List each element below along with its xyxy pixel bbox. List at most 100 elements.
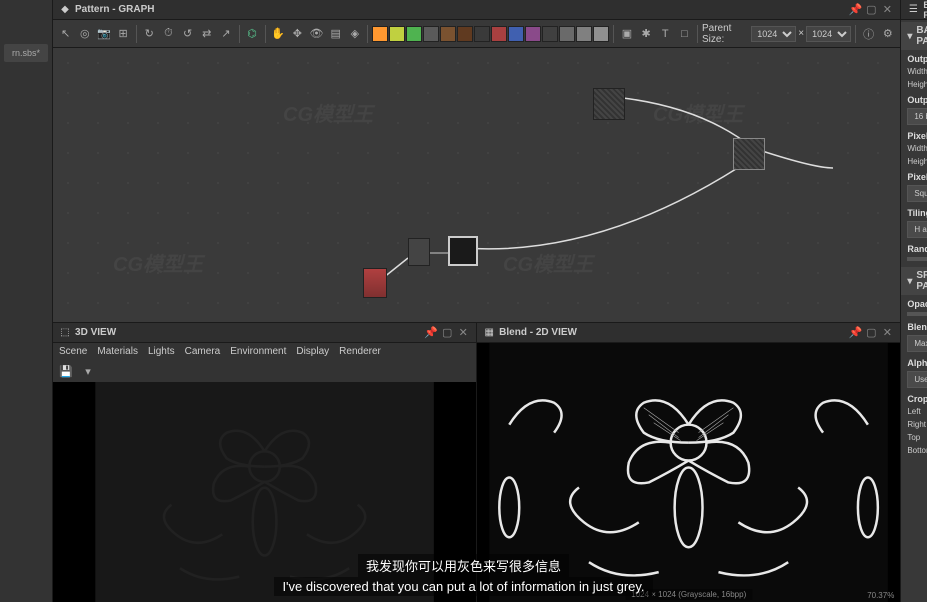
file-tab[interactable]: rn.sbs* [4, 44, 48, 62]
tool-refresh-icon[interactable]: ↻ [141, 25, 158, 43]
pixel-ratio-select[interactable]: Square [907, 185, 927, 202]
graph-node[interactable] [408, 238, 430, 266]
color-swatch[interactable] [389, 26, 405, 42]
node-graph-canvas[interactable]: CG模型王 CG模型王 CG模型王 CG模型王 [53, 48, 900, 322]
prop-label: Right [907, 420, 927, 429]
pin-icon[interactable]: 📌 [848, 3, 862, 17]
opacity-slider[interactable] [907, 312, 927, 316]
tiling-mode-select[interactable]: H and V Tiling [907, 221, 927, 238]
chevron-down-icon[interactable]: ▾ [79, 362, 97, 380]
prop-label: Tiling Mode [901, 204, 927, 219]
base-params-header[interactable]: ▾BASE PARAMETERS [901, 22, 927, 50]
lock-icon[interactable]: × [798, 28, 804, 39]
color-swatch[interactable] [406, 26, 422, 42]
color-swatch[interactable] [542, 26, 558, 42]
tool-python-icon[interactable]: ⌬ [243, 25, 260, 43]
color-swatch[interactable] [372, 26, 388, 42]
tool-loop-icon[interactable]: ↺ [179, 25, 196, 43]
menu-item[interactable]: Display [296, 346, 329, 357]
zoom-level: 70.37% [867, 591, 894, 600]
tool-asterisk-icon[interactable]: ✱ [638, 25, 655, 43]
maximize-icon[interactable]: ▢ [864, 3, 878, 17]
cube-icon: ⬚ [59, 327, 71, 339]
graph-node[interactable] [593, 88, 625, 120]
tool-gear-icon[interactable]: ⚙ [879, 25, 896, 43]
close-icon[interactable]: ✕ [880, 3, 894, 17]
maximize-icon[interactable]: ▢ [864, 326, 878, 340]
tool-info-icon[interactable]: ⓘ [860, 25, 877, 43]
save-icon[interactable]: 💾 [57, 362, 75, 380]
tool-layers-icon[interactable]: ▤ [327, 25, 344, 43]
prop-label: Height [907, 80, 927, 89]
output-format-select[interactable]: 16 bits p [907, 108, 927, 125]
parent-size-width[interactable]: 1024 [751, 26, 796, 42]
color-swatch[interactable] [559, 26, 575, 42]
color-swatch[interactable] [508, 26, 524, 42]
color-swatch[interactable] [457, 26, 473, 42]
random-seed-slider[interactable] [907, 257, 927, 261]
tool-text-icon[interactable]: T [657, 25, 674, 43]
tool-hand-icon[interactable]: ✋ [270, 25, 287, 43]
color-swatch[interactable] [593, 26, 609, 42]
parent-size-label: Parent Size: [702, 23, 749, 45]
prop-label: Pixel Ratio [901, 168, 927, 183]
tool-color-icon[interactable]: ◈ [346, 25, 363, 43]
specific-params-header[interactable]: ▾SPECIFIC PARAMET [901, 267, 927, 295]
3d-view-menu: Scene Materials Lights Camera Environment Dis… [53, 343, 476, 360]
chevron-down-icon: ▾ [907, 276, 912, 287]
color-swatch[interactable] [423, 26, 439, 42]
prop-label: Width [907, 144, 927, 153]
prop-label: Output Format [901, 91, 927, 106]
parent-size-height[interactable]: 1024 [806, 26, 851, 42]
graph-node[interactable] [733, 138, 765, 170]
tool-cursor-icon[interactable]: ↖ [57, 25, 74, 43]
2d-view-panel: ▦ Blend - 2D VIEW 📌 ▢ ✕ [477, 323, 900, 602]
image-icon: ▦ [483, 327, 495, 339]
tool-drag-icon[interactable]: ✥ [289, 25, 306, 43]
prop-label: Width [907, 67, 927, 76]
prop-label: Height [907, 157, 927, 166]
2d-viewport[interactable]: 1024 × 1024 (Grayscale, 16bpp) 70.37% [477, 343, 900, 602]
tool-square-icon[interactable]: ▣ [618, 25, 635, 43]
alpha-blending-select[interactable]: Use Source Alpha [907, 371, 927, 388]
chevron-down-icon: ▾ [907, 31, 912, 42]
color-swatch[interactable] [491, 26, 507, 42]
color-swatch[interactable] [440, 26, 456, 42]
tool-time-icon[interactable]: ⏱ [160, 25, 177, 43]
menu-item[interactable]: Environment [230, 346, 286, 357]
prop-label: Random Seed [901, 240, 927, 255]
close-icon[interactable]: ✕ [880, 326, 894, 340]
3d-view-title: 3D VIEW [75, 327, 420, 338]
tool-share-icon[interactable]: ↗ [217, 25, 234, 43]
blending-mode-select[interactable]: Max (Lighten) [907, 335, 927, 352]
menu-item[interactable]: Materials [97, 346, 138, 357]
prop-label: Top [907, 433, 927, 442]
pin-icon[interactable]: 📌 [424, 326, 438, 340]
tool-target-icon[interactable]: ◎ [76, 25, 93, 43]
menu-item[interactable]: Scene [59, 346, 87, 357]
maximize-icon[interactable]: ▢ [440, 326, 454, 340]
color-swatch[interactable] [525, 26, 541, 42]
tool-box-icon[interactable]: □ [676, 25, 693, 43]
3d-viewport[interactable] [53, 382, 476, 602]
tool-snap-icon[interactable]: ⊞ [115, 25, 132, 43]
color-swatch[interactable] [474, 26, 490, 42]
color-swatch[interactable] [576, 26, 592, 42]
tool-camera-icon[interactable]: 📷 [95, 25, 112, 43]
prop-label: Blending Mode [901, 318, 927, 333]
menu-item[interactable]: Camera [185, 346, 221, 357]
graph-toolbar: ↖ ◎ 📷 ⊞ ↻ ⏱ ↺ ⇄ ↗ ⌬ ✋ ✥ 👁 ▤ ◈ ▣ ✱ T □ [53, 20, 900, 48]
tool-link-icon[interactable]: ⇄ [198, 25, 215, 43]
menu-item[interactable]: Lights [148, 346, 175, 357]
sliders-icon: ☰ [907, 4, 919, 16]
tool-eye-icon[interactable]: 👁 [308, 25, 325, 43]
graph-title: Pattern - GRAPH [75, 4, 844, 15]
close-icon[interactable]: ✕ [456, 326, 470, 340]
graph-node[interactable] [448, 236, 478, 266]
pin-icon[interactable]: 📌 [848, 326, 862, 340]
menu-item[interactable]: Renderer [339, 346, 381, 357]
graph-node[interactable] [363, 268, 387, 298]
prop-label: Cropping Area [901, 390, 927, 405]
prop-label: Output Size [901, 50, 927, 65]
prop-label: Opacity [901, 295, 927, 310]
